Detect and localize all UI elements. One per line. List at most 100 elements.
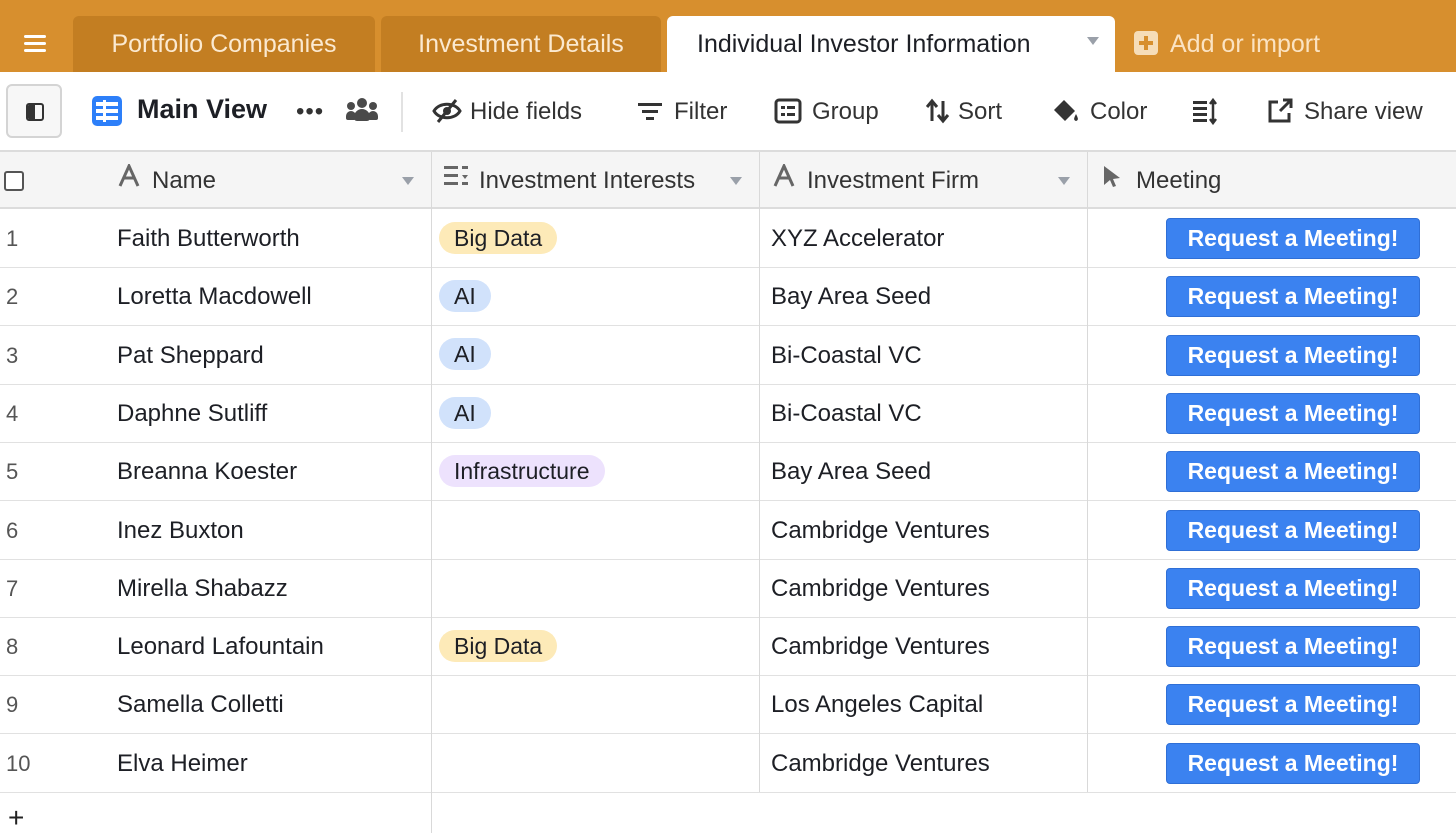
hamburger-menu-icon[interactable] — [22, 30, 52, 56]
add-row-button[interactable]: + — [8, 802, 24, 834]
name-cell[interactable]: Loretta Macdowell — [117, 268, 312, 326]
table-row[interactable]: 1 Faith Butterworth Big Data XYZ Accelerato… — [0, 210, 1456, 268]
sort-icon — [925, 97, 950, 125]
request-meeting-button[interactable]: Request a Meeting! — [1166, 626, 1420, 668]
sort-button[interactable]: Sort — [925, 94, 1002, 130]
name-cell[interactable]: Inez Buxton — [117, 502, 244, 560]
button-field-icon — [1102, 152, 1124, 209]
name-cell[interactable]: Mirella Shabazz — [117, 560, 288, 618]
row-number: 9 — [6, 692, 19, 718]
more-options-icon[interactable]: ••• — [296, 98, 324, 126]
grid-view-icon — [92, 96, 122, 126]
interest-tag: Infrastructure — [439, 454, 605, 487]
color-button[interactable]: Color — [1052, 94, 1147, 130]
request-meeting-button[interactable]: Request a Meeting! — [1166, 684, 1420, 726]
column-header-investment-interests[interactable]: Investment Interests — [443, 152, 695, 209]
name-cell[interactable]: Daphne Sutliff — [117, 385, 267, 443]
request-meeting-button[interactable]: Request a Meeting! — [1166, 218, 1420, 259]
column-divider — [431, 152, 432, 833]
investment-firm-cell[interactable]: Cambridge Ventures — [771, 502, 990, 560]
table-row[interactable]: 8 Leonard Lafountain Big Data Cambridge Ven… — [0, 618, 1456, 677]
hide-fields-button[interactable]: Hide fields — [432, 94, 582, 130]
column-header-investment-firm[interactable]: Investment Firm — [773, 152, 979, 209]
filter-button[interactable]: Filter — [636, 94, 727, 130]
name-cell[interactable]: Breanna Koester — [117, 443, 297, 501]
chevron-down-icon[interactable] — [402, 177, 414, 185]
request-meeting-button[interactable]: Request a Meeting! — [1166, 334, 1420, 376]
tab-investment-details[interactable]: Investment Details — [381, 16, 661, 72]
row-number: 8 — [6, 634, 19, 660]
tab-bar: Portfolio Companies Investment Details I… — [0, 0, 1456, 72]
tab-individual-investor-information[interactable]: Individual Investor Information — [667, 16, 1115, 72]
name-cell[interactable]: Elva Heimer — [117, 735, 248, 793]
column-header-meeting[interactable]: Meeting — [1102, 152, 1221, 209]
row-number: 5 — [6, 459, 19, 485]
investment-interests-cell[interactable]: Big Data — [439, 210, 558, 268]
view-toolbar: Main View ••• Hide fields Filter Group S… — [0, 72, 1456, 152]
chevron-down-icon[interactable] — [1058, 177, 1070, 185]
select-all-checkbox[interactable] — [4, 171, 24, 191]
investment-firm-cell[interactable]: Los Angeles Capital — [771, 676, 983, 734]
view-name[interactable]: Main View — [137, 94, 267, 125]
add-or-import-button[interactable]: Add or import — [1134, 16, 1320, 72]
investment-interests-cell[interactable]: AI — [439, 327, 491, 385]
tab-label: Portfolio Companies — [111, 30, 337, 58]
group-button[interactable]: Group — [774, 94, 879, 130]
investment-interests-cell[interactable]: Big Data — [439, 618, 558, 676]
column-header-name[interactable]: Name — [118, 152, 216, 209]
row-number: 2 — [6, 284, 19, 310]
investment-interests-cell[interactable]: AI — [439, 385, 491, 443]
color-label: Color — [1090, 98, 1148, 125]
request-meeting-button[interactable]: Request a Meeting! — [1166, 567, 1420, 609]
toolbar-divider — [401, 92, 403, 132]
tab-portfolio-companies[interactable]: Portfolio Companies — [73, 16, 375, 72]
name-cell[interactable]: Pat Sheppard — [117, 327, 264, 385]
investment-firm-cell[interactable]: Bay Area Seed — [771, 268, 931, 326]
name-cell[interactable]: Samella Colletti — [117, 676, 284, 734]
table-row[interactable]: 4 Daphne Sutliff AI Bi-Coastal VC Request a … — [0, 385, 1456, 443]
investment-firm-cell[interactable]: Bi-Coastal VC — [771, 385, 922, 443]
table-row[interactable]: 6 Inez Buxton Cambridge Ventures Request a … — [0, 502, 1456, 560]
interest-tag: AI — [439, 396, 491, 429]
investment-firm-cell[interactable]: XYZ Accelerator — [771, 210, 944, 268]
sidebar-toggle-button[interactable] — [6, 84, 62, 138]
column-header-label: Investment Interests — [479, 167, 696, 194]
table-row[interactable]: 10 Elva Heimer Cambridge Ventures Request a… — [0, 735, 1456, 793]
request-meeting-button[interactable]: Request a Meeting! — [1166, 509, 1420, 551]
table-row[interactable]: 2 Loretta Macdowell AI Bay Area Seed Request… — [0, 268, 1456, 327]
share-view-button[interactable]: Share view — [1266, 94, 1423, 130]
tab-label: Individual Investor Information — [697, 30, 1031, 58]
chevron-down-icon[interactable] — [1087, 37, 1099, 45]
table-row[interactable]: 3 Pat Sheppard AI Bi-Coastal VC Request a Me… — [0, 327, 1456, 385]
sidebar-icon — [26, 103, 44, 121]
name-cell[interactable]: Faith Butterworth — [117, 210, 300, 268]
request-meeting-button[interactable]: Request a Meeting! — [1166, 451, 1420, 493]
row-number: 1 — [6, 226, 19, 251]
interest-tag: AI — [439, 338, 491, 371]
investment-firm-cell[interactable]: Bi-Coastal VC — [771, 327, 922, 385]
table-row[interactable]: 5 Breanna Koester Infrastructure Bay Area S… — [0, 443, 1456, 502]
share-view-label: Share view — [1304, 98, 1423, 125]
investment-firm-cell[interactable]: Cambridge Ventures — [771, 618, 990, 676]
column-header-label: Meeting — [1136, 167, 1222, 194]
column-divider — [1087, 152, 1088, 792]
row-height-button[interactable] — [1192, 94, 1230, 130]
table-row[interactable]: 7 Mirella Shabazz Cambridge Ventures Reques… — [0, 560, 1456, 618]
request-meeting-button[interactable]: Request a Meeting! — [1166, 392, 1420, 434]
row-number: 3 — [6, 342, 19, 368]
column-divider — [759, 152, 760, 792]
chevron-down-icon[interactable] — [730, 177, 742, 185]
row-number: 6 — [6, 517, 19, 543]
investment-firm-cell[interactable]: Cambridge Ventures — [771, 560, 990, 618]
name-cell[interactable]: Leonard Lafountain — [117, 618, 324, 676]
request-meeting-button[interactable]: Request a Meeting! — [1166, 742, 1420, 784]
investment-firm-cell[interactable]: Cambridge Ventures — [771, 735, 990, 793]
investment-interests-cell[interactable]: AI — [439, 268, 491, 326]
investment-interests-cell[interactable]: Infrastructure — [439, 443, 605, 501]
investment-firm-cell[interactable]: Bay Area Seed — [771, 443, 931, 501]
request-meeting-button[interactable]: Request a Meeting! — [1166, 276, 1420, 318]
tab-label: Investment Details — [418, 30, 624, 58]
collaborators-icon[interactable] — [346, 98, 378, 124]
add-or-import-label: Add or import — [1170, 30, 1321, 58]
table-row[interactable]: 9 Samella Colletti Los Angeles Capital Requ… — [0, 676, 1456, 735]
